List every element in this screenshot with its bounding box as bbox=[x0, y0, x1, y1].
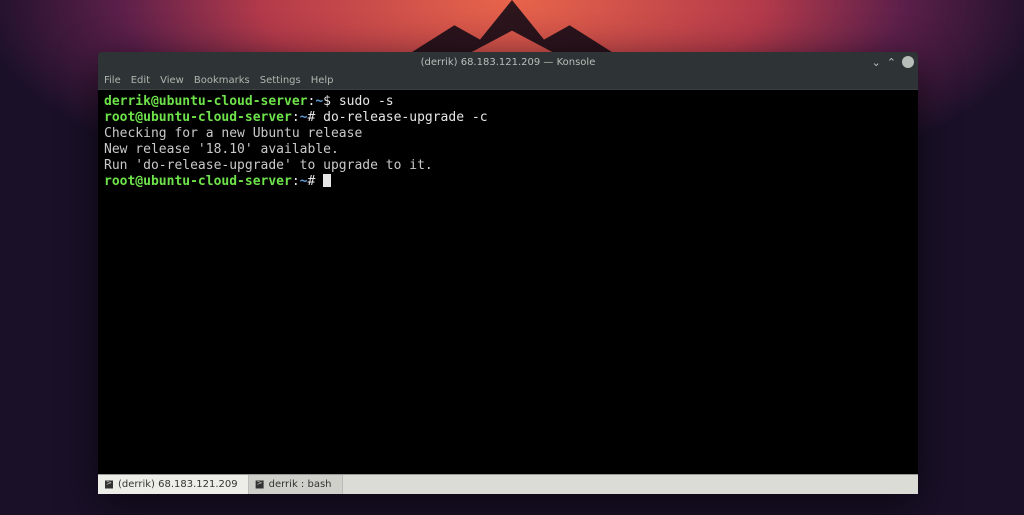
menu-view[interactable]: View bbox=[160, 75, 184, 86]
terminal-icon bbox=[255, 480, 265, 490]
menu-edit[interactable]: Edit bbox=[131, 75, 150, 86]
terminal-line: root@ubuntu-cloud-server:~# do-release-u… bbox=[104, 110, 912, 126]
tab-label: derrik : bash bbox=[269, 479, 332, 490]
tab-session-1[interactable]: (derrik) 68.183.121.209 bbox=[98, 475, 249, 494]
minimize-button[interactable]: ⌄ bbox=[872, 57, 881, 68]
window-controls: ⌄ ⌃ × bbox=[872, 52, 914, 72]
menu-bookmarks[interactable]: Bookmarks bbox=[194, 75, 250, 86]
terminal-line: Checking for a new Ubuntu release bbox=[104, 126, 912, 142]
menu-file[interactable]: File bbox=[104, 75, 121, 86]
menu-help[interactable]: Help bbox=[311, 75, 334, 86]
tab-label: (derrik) 68.183.121.209 bbox=[118, 479, 238, 490]
tab-bar: (derrik) 68.183.121.209 derrik : bash bbox=[98, 474, 918, 494]
cursor bbox=[323, 174, 331, 187]
terminal-line: root@ubuntu-cloud-server:~# bbox=[104, 174, 912, 190]
terminal-icon bbox=[104, 480, 114, 490]
tab-session-2[interactable]: derrik : bash bbox=[249, 475, 343, 494]
terminal-line: Run 'do-release-upgrade' to upgrade to i… bbox=[104, 158, 912, 174]
menubar: File Edit View Bookmarks Settings Help bbox=[98, 72, 918, 90]
terminal-line: New release '18.10' available. bbox=[104, 142, 912, 158]
terminal-line: derrik@ubuntu-cloud-server:~$ sudo -s bbox=[104, 94, 912, 110]
maximize-button[interactable]: ⌃ bbox=[887, 57, 896, 68]
menu-settings[interactable]: Settings bbox=[260, 75, 301, 86]
terminal-area[interactable]: derrik@ubuntu-cloud-server:~$ sudo -sroo… bbox=[98, 90, 918, 474]
titlebar[interactable]: (derrik) 68.183.121.209 — Konsole ⌄ ⌃ × bbox=[98, 52, 918, 72]
close-button[interactable]: × bbox=[902, 56, 914, 68]
konsole-window: (derrik) 68.183.121.209 — Konsole ⌄ ⌃ × … bbox=[98, 52, 918, 494]
window-title: (derrik) 68.183.121.209 — Konsole bbox=[421, 57, 596, 68]
